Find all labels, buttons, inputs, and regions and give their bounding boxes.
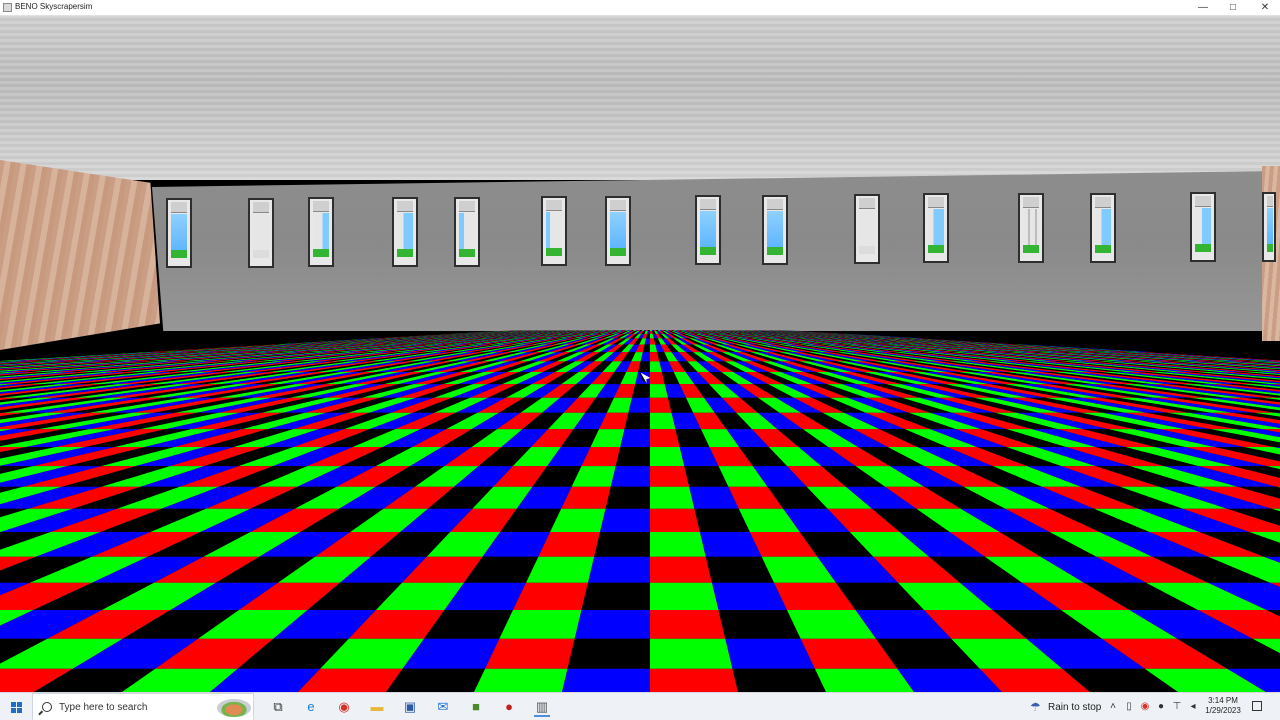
weather-icon[interactable]: ☂ <box>1030 700 1044 714</box>
clock-time: 3:14 PM <box>1208 696 1238 705</box>
building-window <box>1190 192 1216 262</box>
chrome-tray-icon[interactable]: ◉ <box>1140 701 1150 713</box>
building-window <box>541 196 567 266</box>
minimize-button[interactable]: — <box>1188 0 1218 15</box>
floor-tile <box>650 486 695 509</box>
floor-tile <box>718 610 801 639</box>
floor-tile <box>650 532 706 557</box>
floor-tiles <box>0 330 1280 692</box>
store-icon[interactable]: ▣ <box>402 699 418 715</box>
floor-tile <box>725 638 815 669</box>
floor-tile <box>620 429 650 447</box>
building-window <box>392 197 418 267</box>
building-window <box>923 193 949 263</box>
chrome-icon[interactable]: ◉ <box>336 699 352 715</box>
checkered-floor <box>0 330 1280 692</box>
edge-icon[interactable]: e <box>303 699 319 715</box>
floor-tile <box>650 446 685 467</box>
floor-tile <box>650 638 733 669</box>
file-explorer-icon[interactable]: ▬ <box>369 699 385 715</box>
volume-icon[interactable]: ◂ <box>1188 701 1198 713</box>
skyscrapersim-icon[interactable]: ▥ <box>534 699 550 717</box>
chevron-up-icon[interactable]: ˄ <box>1108 701 1118 713</box>
windows-logo-icon <box>11 702 16 707</box>
floor-tile <box>650 668 738 692</box>
maximize-button[interactable]: □ <box>1218 0 1248 15</box>
floor-tile <box>594 532 650 557</box>
floor-tile <box>473 668 568 692</box>
floor-tile <box>512 582 588 611</box>
floor-tile <box>650 610 726 639</box>
close-button[interactable]: ✕ <box>1250 0 1280 15</box>
notification-icon[interactable] <box>1252 701 1262 711</box>
building-window <box>1018 193 1044 263</box>
weather-text[interactable]: Rain to stop <box>1048 702 1101 720</box>
task-view-icon[interactable]: ⧉ <box>270 699 286 715</box>
building-window <box>854 194 880 264</box>
3d-viewport[interactable] <box>0 16 1280 692</box>
floor-tile <box>650 429 680 447</box>
building-window <box>1262 192 1276 262</box>
floor-tile <box>650 508 700 533</box>
floor-tile <box>650 582 719 611</box>
minecraft-icon[interactable]: ■ <box>468 699 484 715</box>
building-window <box>248 198 274 268</box>
building-window <box>166 198 192 268</box>
building-window <box>308 197 334 267</box>
floor-tile <box>650 466 690 487</box>
clock[interactable]: 3:14 PM 1/29/2023 <box>1200 696 1246 716</box>
floor-tile <box>650 330 653 332</box>
app-icon <box>3 3 12 12</box>
title-bar: BENO Skyscrapersim — □ ✕ <box>0 0 1280 16</box>
building-window <box>605 196 631 266</box>
left-wall <box>0 160 160 350</box>
device-icon[interactable]: ▯ <box>1124 701 1134 713</box>
building-window <box>762 195 788 265</box>
floor-tile <box>650 412 676 430</box>
ceiling <box>0 16 1280 180</box>
floor-tile <box>581 582 650 611</box>
building-window <box>695 195 721 265</box>
taskbar: Type here to search ⧉ e ◉ ▬ ▣ ✉ ■ ● ▥ ☂ Rain to … <box>0 692 1280 720</box>
floor-tile <box>600 508 650 533</box>
floor-tile <box>574 610 650 639</box>
floor-tile <box>499 610 582 639</box>
floor-tile <box>650 397 672 413</box>
mail-icon[interactable]: ✉ <box>435 699 451 715</box>
floor-tile <box>628 397 650 413</box>
floor-tile <box>615 446 650 467</box>
search-icon <box>42 702 52 712</box>
start-button[interactable] <box>0 693 32 720</box>
search-placeholder: Type here to search <box>59 702 148 713</box>
floor-tile <box>587 556 650 583</box>
floor-tile <box>647 330 650 332</box>
microphone-icon[interactable]: ● <box>1156 701 1166 713</box>
network-icon[interactable]: ⊤ <box>1172 701 1182 713</box>
search-highlight-icon <box>217 699 251 717</box>
window-title: BENO Skyscrapersim <box>15 2 93 11</box>
building-window <box>454 197 480 267</box>
floor-tile <box>712 582 788 611</box>
floor-tile <box>567 638 650 669</box>
search-box[interactable]: Type here to search <box>32 693 254 720</box>
floor-tile <box>485 638 575 669</box>
floor-tile <box>562 668 650 692</box>
floor-tile <box>605 486 650 509</box>
floor-tile <box>650 556 713 583</box>
floor-tile <box>732 668 827 692</box>
clock-date: 1/29/2023 <box>1205 706 1241 715</box>
floor-tile <box>610 466 650 487</box>
building-window <box>1090 193 1116 263</box>
app-red-icon[interactable]: ● <box>501 699 517 715</box>
floor-tile <box>624 412 650 430</box>
